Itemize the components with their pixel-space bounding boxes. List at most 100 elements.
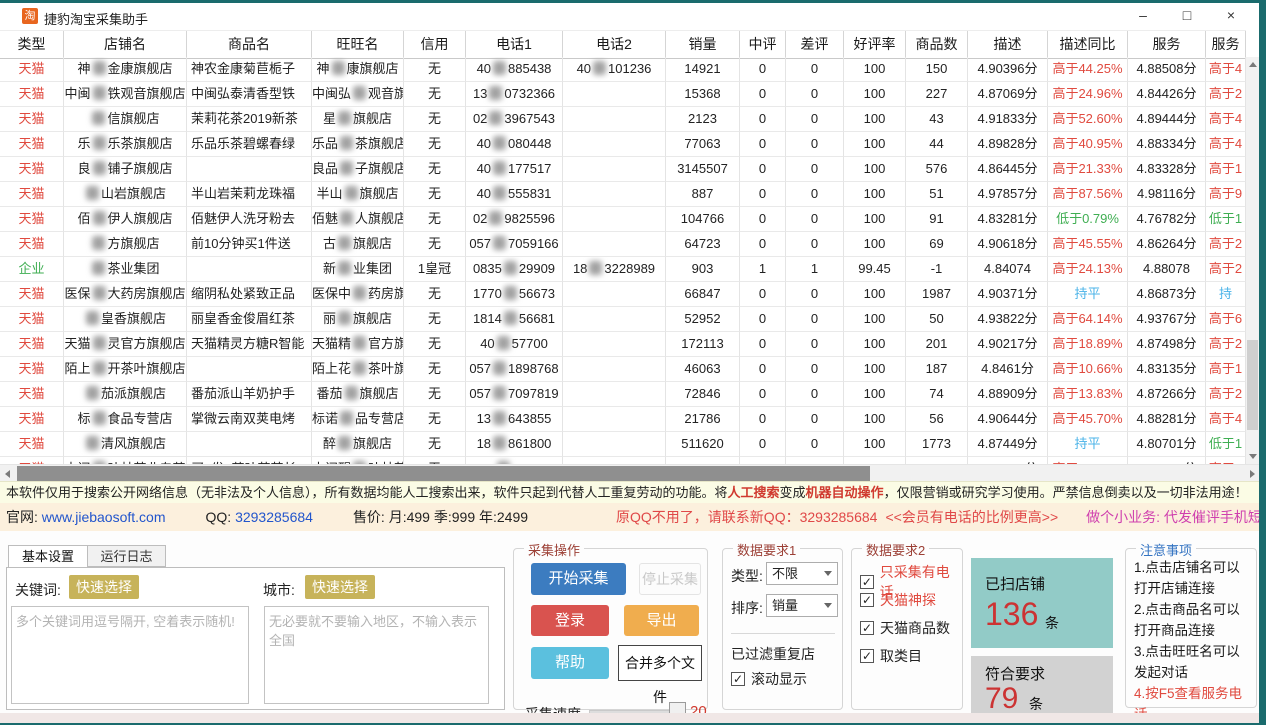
column-header-14[interactable]: 描述同比: [1048, 31, 1128, 58]
tab-basic-settings[interactable]: 基本设置: [8, 545, 88, 567]
help-button[interactable]: 帮助: [531, 647, 609, 679]
product-name-cell[interactable]: 乐品乐茶碧螺春绿: [187, 132, 312, 157]
store-name-cell[interactable]: 中闽叶林茶业专营: [64, 457, 187, 464]
store-name-cell[interactable]: 佰伊人旗舰店: [64, 207, 187, 232]
wangwang-cell[interactable]: 古旗舰店: [312, 232, 404, 257]
wangwang-cell[interactable]: 中闽醒叶林茶业专: [312, 457, 404, 464]
store-name-cell[interactable]: 神金康旗舰店: [64, 57, 187, 82]
checkbox-checked-icon[interactable]: ✓: [860, 649, 874, 663]
type-select[interactable]: 不限: [766, 562, 838, 585]
wangwang-cell[interactable]: 丽旗舰店: [312, 307, 404, 332]
product-name-cell[interactable]: 前10分钟买1件送: [187, 232, 312, 257]
product-name-cell[interactable]: 丽皇香金俊眉红茶: [187, 307, 312, 332]
store-name-cell[interactable]: 标食品专营店: [64, 407, 187, 432]
product-name-cell[interactable]: 番茄派山羊奶护手: [187, 382, 312, 407]
wangwang-cell[interactable]: 半山旗舰店: [312, 182, 404, 207]
sort-select[interactable]: 销量: [766, 594, 838, 617]
column-header-3[interactable]: 商品名: [187, 31, 312, 58]
wangwang-cell[interactable]: 星旗舰店: [312, 107, 404, 132]
table-row: 天猫天猫灵官方旗舰店天猫精灵方糖R智能天猫精官方旗舰店无405770017211…: [0, 332, 1246, 357]
store-name-cell[interactable]: 清风旗舰店: [64, 432, 187, 457]
wangwang-cell[interactable]: 番茄旗舰店: [312, 382, 404, 407]
wangwang-cell[interactable]: 良品子旗舰店: [312, 157, 404, 182]
horizontal-scrollbar[interactable]: [0, 464, 1259, 482]
checkbox-checked-icon[interactable]: ✓: [860, 621, 874, 635]
scroll-right-icon[interactable]: [1244, 466, 1257, 482]
tab-run-log[interactable]: 运行日志: [88, 545, 166, 567]
login-button[interactable]: 登录: [531, 605, 609, 636]
city-input[interactable]: [264, 606, 489, 704]
column-header-2[interactable]: 店铺名: [64, 31, 187, 58]
store-name-cell[interactable]: 山岩旗舰店: [64, 182, 187, 207]
close-icon[interactable]: ×: [1209, 3, 1253, 30]
store-name-cell[interactable]: 陌上开茶叶旗舰店: [64, 357, 187, 382]
city-quick-select-button[interactable]: 快速选择: [305, 575, 375, 599]
stop-collect-button[interactable]: 停止采集: [639, 563, 701, 595]
product-name-cell[interactable]: [187, 157, 312, 182]
column-header-5[interactable]: 信用: [404, 31, 466, 58]
product-name-cell[interactable]: 佰魅伊人洗牙粉去: [187, 207, 312, 232]
scroll-up-icon[interactable]: [1246, 57, 1259, 73]
keywords-quick-select-button[interactable]: 快速选择: [69, 575, 139, 599]
wangwang-cell[interactable]: 陌上花茶叶旗舰店: [312, 357, 404, 382]
column-header-15[interactable]: 服务: [1128, 31, 1206, 58]
column-header-11[interactable]: 好评率: [844, 31, 906, 58]
product-name-cell[interactable]: [187, 357, 312, 382]
store-name-cell[interactable]: 天猫灵官方旗舰店: [64, 332, 187, 357]
minimize-icon[interactable]: –: [1121, 3, 1165, 30]
merge-files-button[interactable]: 合并多个文件: [618, 645, 702, 681]
export-button[interactable]: 导出: [624, 605, 699, 636]
checkbox-checked-icon[interactable]: ✓: [860, 593, 874, 607]
wangwang-cell[interactable]: 佰魅人旗舰店: [312, 207, 404, 232]
scroll-down-icon[interactable]: [1246, 448, 1259, 464]
column-header-1[interactable]: 类型: [0, 31, 64, 58]
product-name-cell[interactable]: 天猫精灵方糖R智能: [187, 332, 312, 357]
column-header-13[interactable]: 描述: [968, 31, 1048, 58]
store-name-cell[interactable]: 医保大药房旗舰店: [64, 282, 187, 307]
column-header-4[interactable]: 旺旺名: [312, 31, 404, 58]
checkbox-checked-icon[interactable]: ✓: [731, 672, 745, 686]
keywords-input[interactable]: [11, 606, 249, 704]
wangwang-cell[interactable]: 新业集团: [312, 257, 404, 282]
wangwang-cell[interactable]: 中闽弘观音旗舰店: [312, 82, 404, 107]
wangwang-cell[interactable]: 乐品茶旗舰店: [312, 132, 404, 157]
store-name-cell[interactable]: 方旗舰店: [64, 232, 187, 257]
horizontal-scroll-thumb[interactable]: [17, 466, 870, 481]
store-name-cell[interactable]: 信旗舰店: [64, 107, 187, 132]
store-name-cell[interactable]: 乐乐茶旗舰店: [64, 132, 187, 157]
product-name-cell[interactable]: 神农金康菊苣栀子: [187, 57, 312, 82]
wangwang-cell[interactable]: 天猫精官方旗舰店: [312, 332, 404, 357]
vertical-scroll-thumb[interactable]: [1247, 340, 1258, 430]
column-header-16[interactable]: 服务: [1206, 31, 1246, 58]
wangwang-cell[interactable]: 神康旗舰店: [312, 57, 404, 82]
product-name-cell[interactable]: 掌微云南双荚电烤: [187, 407, 312, 432]
start-collect-button[interactable]: 开始采集: [531, 563, 626, 595]
vertical-scrollbar[interactable]: [1246, 57, 1259, 464]
product-name-cell[interactable]: 茉莉花茶2019新茶: [187, 107, 312, 132]
store-name-cell[interactable]: 良铺子旗舰店: [64, 157, 187, 182]
column-header-6[interactable]: 电话1: [466, 31, 563, 58]
column-header-9[interactable]: 中评: [740, 31, 786, 58]
website-link[interactable]: www.jiebaosoft.com: [42, 509, 166, 525]
product-name-cell[interactable]: 缩阴私处紧致正品: [187, 282, 312, 307]
store-name-cell[interactable]: 皇香旗舰店: [64, 307, 187, 332]
scroll-left-icon[interactable]: [0, 466, 13, 482]
product-name-cell[interactable]: 中闽弘泰清香型铁: [187, 82, 312, 107]
checkbox-checked-icon[interactable]: ✓: [860, 575, 874, 589]
store-name-cell[interactable]: 中闽铁观音旗舰店: [64, 82, 187, 107]
maximize-icon[interactable]: □: [1165, 3, 1209, 30]
column-header-12[interactable]: 商品数: [906, 31, 968, 58]
product-name-cell[interactable]: 半山岩茉莉龙珠福: [187, 182, 312, 207]
product-name-cell[interactable]: [187, 432, 312, 457]
product-name-cell[interactable]: 买1发3荷叶芳茶长: [187, 457, 312, 464]
qq-number[interactable]: 3293285684: [235, 509, 313, 525]
store-name-cell[interactable]: 茄派旗舰店: [64, 382, 187, 407]
store-name-cell[interactable]: 茶业集团: [64, 257, 187, 282]
column-header-10[interactable]: 差评: [786, 31, 844, 58]
wangwang-cell[interactable]: 醉旗舰店: [312, 432, 404, 457]
column-header-8[interactable]: 销量: [666, 31, 740, 58]
column-header-7[interactable]: 电话2: [563, 31, 666, 58]
wangwang-cell[interactable]: 标诺品专营店: [312, 407, 404, 432]
wangwang-cell[interactable]: 医保中药房旗舰店: [312, 282, 404, 307]
product-name-cell[interactable]: [187, 257, 312, 282]
